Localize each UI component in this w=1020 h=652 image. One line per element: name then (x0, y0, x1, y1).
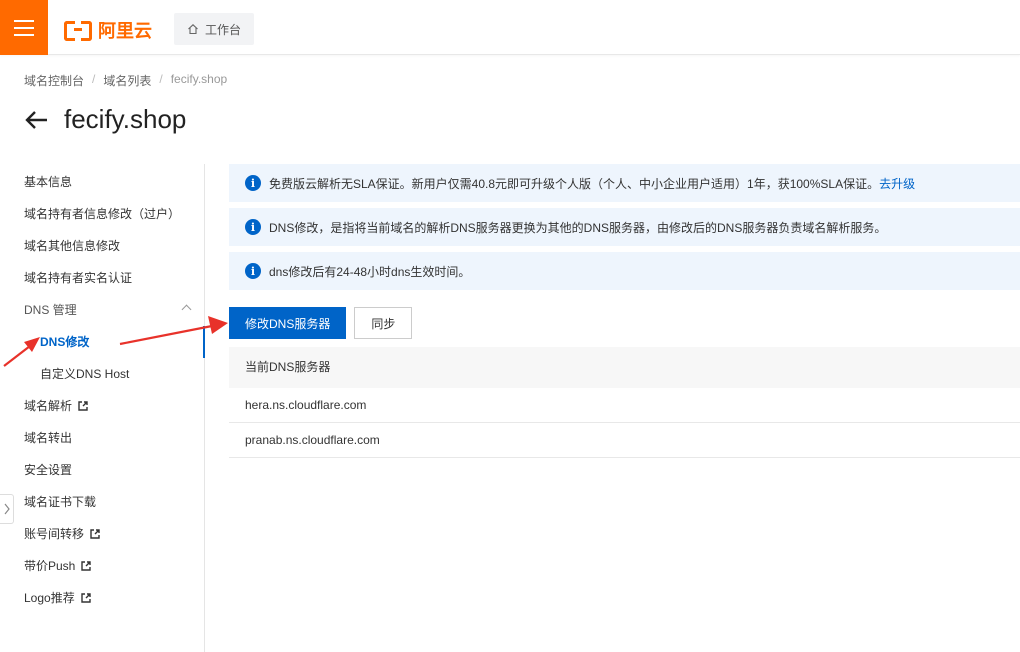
sidebar-item-custom-dns-host[interactable]: 自定义DNS Host (0, 358, 204, 390)
external-link-icon (81, 561, 92, 571)
sidebar-item-label: 安全设置 (24, 463, 73, 477)
sidebar-item-other-info[interactable]: 域名其他信息修改 (0, 230, 204, 262)
external-link-icon (78, 401, 88, 411)
notice-dns-explain: i DNS修改，是指将当前域名的解析DNS服务器更换为其他的DNS服务器，由修改… (229, 208, 1020, 246)
notice-text: 免费版云解析无SLA保证。新用户仅需40.8元即可升级个人版（个人、中小企业用户… (269, 176, 880, 191)
action-buttons: 修改DNS服务器 同步 (229, 307, 413, 339)
breadcrumb-separator: / (159, 72, 163, 86)
sidebar-item-label: 带价Push (24, 559, 76, 573)
sidebar-item-cert-download[interactable]: 域名证书下载 (0, 486, 204, 518)
breadcrumb: 域名控制台 / 域名列表 / fecify.shop (24, 72, 227, 89)
info-icon: i (245, 219, 261, 235)
sidebar-item-label: DNS 管理 (24, 303, 77, 317)
sidebar-item-owner-change[interactable]: 域名持有者信息修改（过户） (0, 198, 204, 230)
top-bar: 阿里云 工作台 (0, 0, 1020, 55)
sidebar-item-label: Logo推荐 (24, 591, 75, 605)
aliyun-logo[interactable]: 阿里云 (64, 17, 152, 43)
sidebar-item-dns-modify[interactable]: DNS修改 (0, 326, 205, 358)
notice-upgrade: i 免费版云解析无SLA保证。新用户仅需40.8元即可升级个人版（个人、中小企业… (229, 164, 1020, 202)
sync-button[interactable]: 同步 (354, 307, 413, 339)
sidebar-group-dns-management[interactable]: DNS 管理 (0, 294, 204, 326)
annotation-arrowhead (208, 316, 228, 334)
sidebar-item-label: 域名持有者信息修改（过户） (24, 207, 181, 221)
page-header: fecify.shop (24, 104, 186, 135)
sidebar-item-transfer-out[interactable]: 域名转出 (0, 422, 204, 454)
chevron-up-icon (181, 304, 192, 315)
menu-line (14, 33, 34, 36)
notice-text: dns修改后有24-48小时dns生效时间。 (269, 264, 471, 279)
modify-dns-server-button[interactable]: 修改DNS服务器 (229, 307, 347, 339)
brand-name: 阿里云 (98, 21, 152, 41)
dns-server-table: 当前DNS服务器 hera.ns.cloudflare.com pranab.n… (229, 347, 1020, 458)
page-title: fecify.shop (64, 104, 187, 134)
sidebar-item-security-settings[interactable]: 安全设置 (0, 454, 204, 486)
upgrade-link[interactable]: 去升级 (879, 177, 915, 191)
table-row: pranab.ns.cloudflare.com (229, 423, 1020, 458)
sidebar-item-label: 域名转出 (24, 431, 73, 445)
sidebar-collapse-toggle[interactable] (0, 494, 14, 524)
sidebar-item-logo-recommend[interactable]: Logo推荐 (0, 582, 204, 614)
sidebar-item-realname-auth[interactable]: 域名持有者实名认证 (0, 262, 204, 294)
external-link-icon (90, 529, 100, 539)
sidebar-item-domain-resolve[interactable]: 域名解析 (0, 390, 204, 422)
sidebar-item-price-push[interactable]: 带价Push (0, 550, 204, 582)
breadcrumb-domain-console[interactable]: 域名控制台 (24, 72, 84, 89)
sidebar-item-label: DNS修改 (40, 335, 90, 349)
notice-text: DNS修改，是指将当前域名的解析DNS服务器更换为其他的DNS服务器，由修改后的… (269, 220, 887, 235)
sidebar-item-label: 账号间转移 (24, 527, 85, 541)
sidebar-item-label: 域名证书下载 (24, 495, 97, 509)
sidebar-item-label: 域名其他信息修改 (24, 239, 121, 253)
back-arrow-icon[interactable] (24, 107, 50, 133)
info-icon: i (245, 263, 261, 279)
breadcrumb-domain-list[interactable]: 域名列表 (103, 72, 151, 89)
menu-line (14, 19, 34, 22)
sidebar-item-basic-info[interactable]: 基本信息 (0, 166, 204, 198)
sidebar-item-label: 域名解析 (24, 399, 73, 413)
workbench-label: 工作台 (204, 22, 241, 37)
table-row: hera.ns.cloudflare.com (229, 388, 1020, 423)
menu-line (14, 26, 34, 29)
workbench-button[interactable]: 工作台 (174, 13, 254, 45)
sidebar-item-account-transfer[interactable]: 账号间转移 (0, 518, 204, 550)
sidebar: 基本信息 域名持有者信息修改（过户） 域名其他信息修改 域名持有者实名认证 DN… (0, 164, 205, 652)
chevron-right-icon (4, 503, 10, 515)
external-link-icon (81, 593, 91, 603)
home-icon (188, 24, 198, 35)
main-content: i 免费版云解析无SLA保证。新用户仅需40.8元即可升级个人版（个人、中小企业… (229, 164, 1020, 458)
aliyun-logo-icon (64, 21, 92, 41)
sidebar-item-label: 基本信息 (24, 175, 73, 189)
sidebar-item-label: 域名持有者实名认证 (24, 271, 133, 285)
sidebar-item-label: 自定义DNS Host (40, 367, 130, 381)
breadcrumb-current: fecify.shop (170, 72, 228, 86)
breadcrumb-separator: / (92, 72, 96, 86)
hamburger-menu-button[interactable] (0, 0, 48, 55)
info-icon: i (245, 175, 261, 191)
table-header: 当前DNS服务器 (229, 347, 1020, 388)
notice-dns-effective-time: i dns修改后有24-48小时dns生效时间。 (229, 252, 1020, 290)
